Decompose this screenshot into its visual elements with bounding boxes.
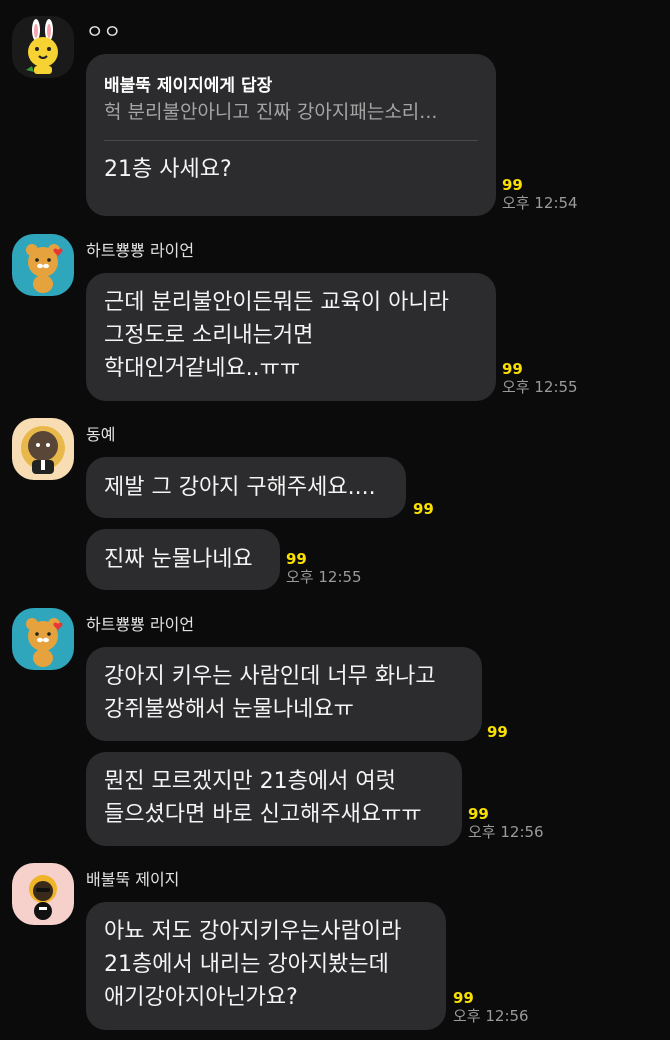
neo-avatar[interactable] [12, 418, 74, 480]
message-bubble[interactable]: 뭔진 모르겠지만 21층에서 여럿 들으셨다면 바로 신고해주새요ㅠㅠ [86, 752, 462, 846]
reply-title: 배불뚝 제이지에게 답장 [104, 76, 273, 96]
message-bubble[interactable]: 근데 분리불안이든뭐든 교육이 아니라 그정도로 소리내는거면 학대인거같네요.… [86, 273, 496, 401]
ryan-avatar[interactable] [12, 608, 74, 670]
message-bubble[interactable]: 진짜 눈물나네요 [86, 529, 280, 590]
reply-divider [104, 140, 478, 141]
message-meta: 99 [413, 500, 434, 518]
message-bubble[interactable]: 아뇨 저도 강아지키우는사람이라 21층에서 내리는 강아지봤는데 애기강아지아… [86, 902, 446, 1030]
message-meta: 99 오후 12:55 [286, 550, 362, 586]
message-bubble[interactable]: 강아지 키우는 사람인데 너무 화나고 강쥐불쌍해서 눈물나네요ㅠ [86, 647, 482, 741]
ryan-avatar[interactable] [12, 234, 74, 296]
unread-count: 99 [502, 176, 523, 194]
unread-count: 99 [502, 360, 523, 378]
unread-count: 99 [286, 550, 307, 568]
timestamp: 오후 12:54 [502, 194, 578, 212]
sender-name: 하트뿅뿅 라이언 [86, 615, 195, 634]
message-meta: 99 오후 12:56 [468, 805, 544, 841]
jay-g-icon [12, 863, 74, 925]
unread-count: 99 [453, 989, 474, 1007]
message-text: 21층 사세요? [104, 157, 232, 182]
message-text: 강아지 키우는 사람인데 너무 화나고 강쥐불쌍해서 눈물나네요ㅠ [104, 664, 436, 722]
timestamp: 오후 12:55 [502, 378, 578, 396]
muzi-avatar[interactable] [12, 16, 74, 78]
neo-cat-icon [12, 418, 74, 480]
message-text: 근데 분리불안이든뭐든 교육이 아니라 그정도로 소리내는거면 학대인거같네요.… [104, 290, 449, 381]
timestamp: 오후 12:56 [453, 1007, 529, 1025]
message-text: 진짜 눈물나네요 [104, 547, 253, 572]
unread-count: 99 [468, 805, 489, 823]
sender-name: ㅇㅇ [86, 21, 121, 43]
message-text: 제발 그 강아지 구해주세요.... [104, 475, 376, 500]
message-meta: 99 오후 12:54 [502, 176, 578, 212]
ryan-lion-icon [12, 608, 74, 670]
reply-quote: 헉 분리불안아니고 진짜 강아지패는소리... [104, 101, 438, 123]
timestamp: 오후 12:55 [286, 568, 362, 586]
sender-name: 배불뚝 제이지 [86, 870, 180, 889]
ryan-lion-icon [12, 234, 74, 296]
reply-message-bubble[interactable]: 배불뚝 제이지에게 답장 헉 분리불안아니고 진짜 강아지패는소리... 21층… [86, 54, 496, 216]
sender-name: 동예 [86, 425, 116, 444]
message-meta: 99 [487, 723, 508, 741]
timestamp: 오후 12:56 [468, 823, 544, 841]
muzi-rabbit-icon [12, 16, 74, 78]
message-bubble[interactable]: 제발 그 강아지 구해주세요.... [86, 457, 406, 518]
message-text: 아뇨 저도 강아지키우는사람이라 21층에서 내리는 강아지봤는데 애기강아지아… [104, 919, 402, 1010]
message-meta: 99 오후 12:55 [502, 360, 578, 396]
unread-count: 99 [413, 500, 434, 518]
message-meta: 99 오후 12:56 [453, 989, 529, 1025]
jayg-avatar[interactable] [12, 863, 74, 925]
unread-count: 99 [487, 723, 508, 741]
message-text: 뭔진 모르겠지만 21층에서 여럿 들으셨다면 바로 신고해주새요ㅠㅠ [104, 769, 422, 827]
sender-name: 하트뿅뿅 라이언 [86, 241, 195, 260]
